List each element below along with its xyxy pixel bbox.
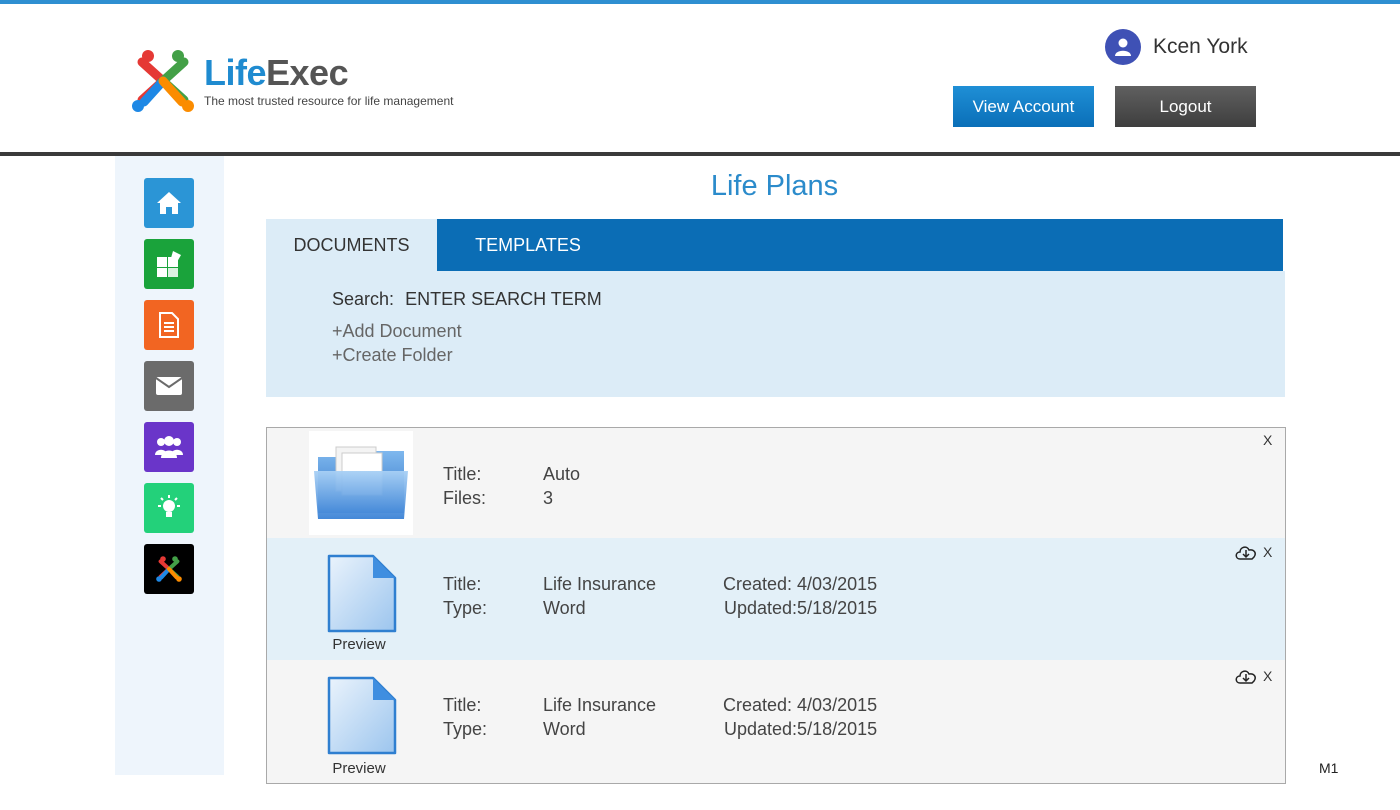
page-marker: M1 (1319, 760, 1339, 776)
search-label: Search: (332, 289, 395, 309)
list-item-document[interactable]: Preview Title: Life Insurance Type: Word… (267, 660, 1285, 783)
sidebar-item-lightbulb[interactable] (144, 483, 194, 533)
preview-link[interactable]: Preview (329, 636, 389, 653)
sidebar-item-document[interactable] (144, 300, 194, 350)
list-item-document[interactable]: Preview Title: Life Insurance Type: Word… (267, 538, 1285, 660)
people-icon (155, 436, 183, 458)
tab-templates[interactable]: TEMPLATES (437, 219, 619, 271)
add-document-link[interactable]: +Add Document (332, 321, 462, 342)
sidebar-item-home[interactable] (144, 178, 194, 228)
search-input[interactable]: ENTER SEARCH TERM (405, 289, 602, 309)
close-icon[interactable]: X (1263, 432, 1272, 448)
cloud-download-icon[interactable] (1234, 543, 1258, 561)
page-title: Life Plans (710, 170, 839, 202)
doc-type-value: Word (543, 598, 586, 618)
sidebar (115, 156, 224, 775)
user-info[interactable]: Kcen York (1105, 29, 1248, 65)
logo-wordmark-life: Life (204, 52, 267, 93)
logo-wordmark: LifeExec (204, 52, 349, 94)
lifeexec-logo-icon (156, 556, 182, 582)
folder-thumbnail[interactable] (309, 431, 413, 535)
doc-type-value: Word (543, 719, 586, 739)
search-row: Search: ENTER SEARCH TERM (332, 289, 602, 310)
folder-icon (314, 446, 408, 519)
list-item-folder[interactable]: Title: Auto Files: 3 X (267, 428, 1285, 538)
user-name: Kcen York (1153, 35, 1248, 58)
mail-icon (155, 377, 183, 395)
doc-updated: Updated:5/18/2015 (724, 719, 878, 739)
document-file-icon[interactable] (327, 676, 397, 756)
cloud-download-icon[interactable] (1234, 667, 1258, 685)
document-icon (159, 312, 179, 338)
document-file-icon[interactable] (327, 554, 397, 634)
doc-updated: Updated:5/18/2015 (724, 598, 878, 618)
tab-bar: DOCUMENTS TEMPLATES (266, 219, 1283, 271)
puzzle-icon (157, 251, 181, 277)
doc-created: Created: 4/03/2015 (723, 695, 878, 715)
folder-files-label: Files: (443, 488, 487, 508)
folder-title-value: Auto (543, 464, 581, 484)
doc-title-label: Title: (443, 574, 482, 594)
folder-files-value: 3 (543, 488, 554, 508)
doc-title-label: Title: (443, 695, 482, 715)
lifeexec-logo-icon (130, 48, 196, 114)
sidebar-item-mail[interactable] (144, 361, 194, 411)
lightbulb-icon (158, 495, 180, 517)
sidebar-item-puzzle[interactable] (144, 239, 194, 289)
folder-title-label: Title: (443, 464, 482, 484)
doc-title-value: Life Insurance (543, 574, 657, 594)
logo[interactable]: LifeExec The most trusted resource for l… (128, 44, 468, 116)
tab-documents[interactable]: DOCUMENTS (266, 219, 437, 271)
close-icon[interactable]: X (1263, 544, 1272, 560)
create-folder-link[interactable]: +Create Folder (332, 345, 453, 366)
avatar[interactable] (1105, 29, 1141, 65)
view-account-button[interactable]: View Account (953, 86, 1094, 127)
close-icon[interactable]: X (1263, 668, 1272, 684)
doc-type-label: Type: (443, 598, 488, 618)
doc-created: Created: 4/03/2015 (723, 574, 878, 594)
logo-wordmark-exec: Exec (266, 52, 349, 93)
doc-type-label: Type: (443, 719, 488, 739)
home-icon (157, 192, 181, 214)
document-list: Title: Auto Files: 3 X Preview Title: Li… (266, 427, 1286, 784)
doc-title-value: Life Insurance (543, 695, 657, 715)
logout-button[interactable]: Logout (1115, 86, 1256, 127)
sidebar-item-people[interactable] (144, 422, 194, 472)
search-panel: Search: ENTER SEARCH TERM +Add Document … (266, 271, 1285, 397)
sidebar-item-lifeexec[interactable] (144, 544, 194, 594)
logo-tagline: The most trusted resource for life manag… (204, 94, 454, 108)
user-icon (1115, 38, 1131, 56)
preview-link[interactable]: Preview (329, 760, 389, 777)
top-accent-bar (0, 0, 1400, 4)
